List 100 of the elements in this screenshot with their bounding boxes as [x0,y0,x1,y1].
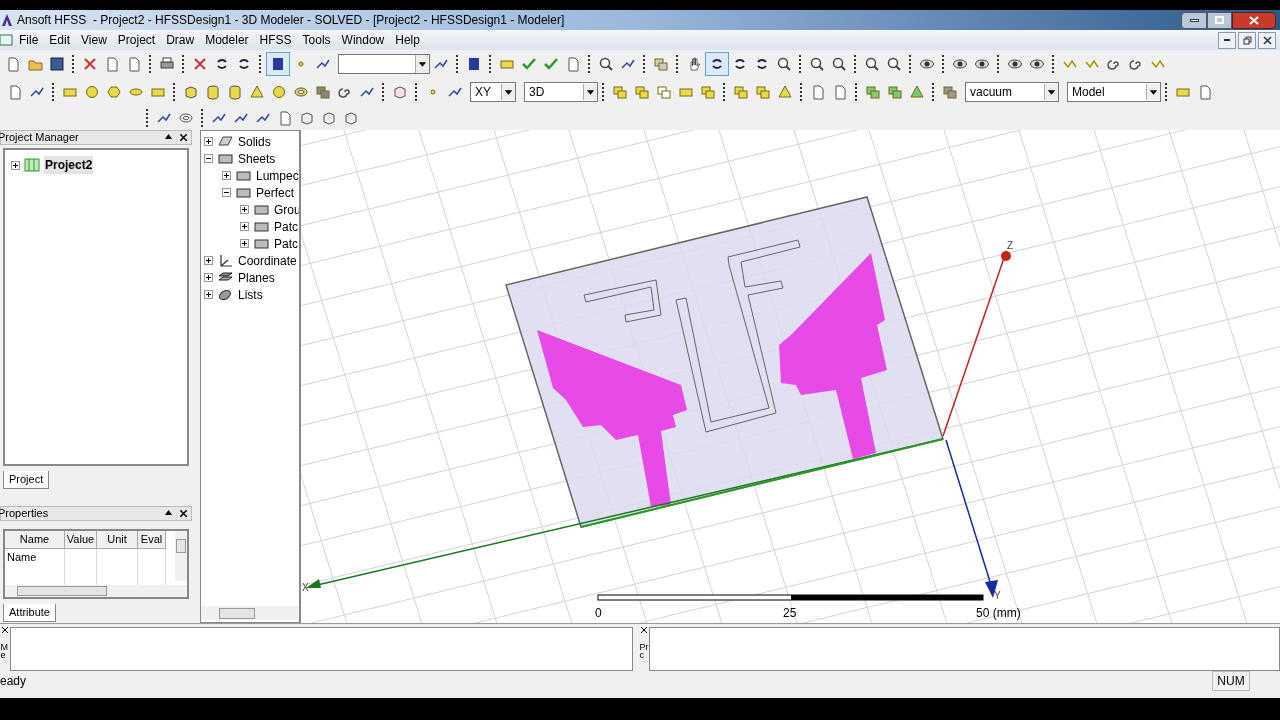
document-icon[interactable] [0,34,14,46]
show-eye-icon[interactable] [1029,56,1045,72]
close-icon[interactable] [2,627,8,633]
tree-item[interactable]: Perfect [256,183,294,202]
restore-button[interactable] [1238,31,1256,49]
zoom-icon[interactable] [776,56,792,72]
app-logo-icon [1,13,13,27]
report-icon[interactable] [565,56,581,72]
circle-icon[interactable] [84,84,100,100]
cylinder-icon[interactable] [227,84,243,100]
tree-item[interactable]: Patc [274,217,298,236]
expand-icon[interactable] [204,273,213,282]
sphere-icon[interactable] [271,84,287,100]
tree-item[interactable]: Project2 [44,156,94,174]
close-icon[interactable] [180,134,187,141]
validate-icon[interactable] [521,56,537,72]
scrollbar[interactable] [201,606,299,620]
minimize-button[interactable] [1218,31,1236,49]
tree-item[interactable]: Patc [274,234,298,253]
tree-item[interactable]: Lumpec [256,166,299,185]
zoom-icon[interactable] [598,56,614,72]
hide-eye-icon[interactable] [974,56,990,72]
tree-item[interactable]: Planes [238,268,275,287]
close-icon [1249,15,1259,25]
maximize-button[interactable] [1207,11,1232,29]
view-dropdown[interactable]: 3D [524,82,598,102]
close-icon[interactable] [641,627,647,633]
show-eye-icon[interactable] [1007,56,1023,72]
collapse-icon[interactable] [204,154,213,163]
column-header[interactable]: Name [5,531,65,549]
cylinder-icon[interactable] [205,84,221,100]
hexagon-icon[interactable] [106,84,122,100]
tree-item[interactable]: Coordinate [238,251,297,270]
copy-icon[interactable] [104,56,120,72]
hide-eye-icon[interactable] [952,56,968,72]
tree-item[interactable]: Sheets [238,149,276,168]
menu-item[interactable]: File [14,31,44,49]
material-dropdown[interactable]: vacuum [965,82,1059,102]
mode-dropdown[interactable]: Model [1067,82,1161,102]
menu-item[interactable]: Tools [297,31,336,49]
panel-tab[interactable]: Attribute [3,604,56,622]
zoom-out-icon[interactable] [831,56,847,72]
design-dropdown[interactable] [338,54,430,74]
menu-item[interactable]: HFSS [254,31,297,49]
column-header[interactable]: Unit [97,531,138,549]
restore-icon [1242,35,1252,45]
collapse-icon[interactable] [222,188,231,197]
torus-icon[interactable] [293,84,309,100]
pin-icon[interactable] [165,510,172,515]
expand-icon[interactable] [204,137,213,146]
rotate-icon[interactable] [709,56,725,72]
menu-item[interactable]: Project [112,31,161,49]
cone-icon[interactable] [249,84,265,100]
fit-selected-icon[interactable] [886,56,902,72]
expand-icon[interactable] [204,256,213,265]
table-cell: Name [5,549,65,567]
tree-item[interactable]: Lists [238,285,263,304]
expand-icon[interactable] [240,222,249,231]
rotate-icon[interactable] [732,56,748,72]
menu-item[interactable]: Draw [161,31,200,49]
expand-icon[interactable] [11,160,20,170]
analyze-icon[interactable] [543,56,559,72]
expand-icon[interactable] [240,239,249,248]
close-button[interactable] [1258,31,1276,49]
fit-all-icon[interactable] [864,56,880,72]
project-icon [24,158,40,172]
redo-icon[interactable] [236,56,252,72]
scrollbar[interactable] [5,585,187,597]
column-header[interactable]: Value [65,531,97,549]
new-file-icon[interactable] [5,56,21,72]
close-button[interactable] [1232,11,1276,29]
scrollbar[interactable] [175,531,187,581]
cut-icon[interactable] [82,56,98,72]
axis-label: X [302,581,309,595]
menu-item[interactable]: Help [390,31,425,49]
expand-icon[interactable] [204,290,213,299]
undo-icon[interactable] [214,56,230,72]
eye-icon[interactable] [919,56,935,72]
zoom-in-icon[interactable] [809,56,825,72]
delete-icon[interactable] [192,56,208,72]
pin-icon[interactable] [165,134,172,139]
minimize-icon [1189,18,1199,22]
panel-side-label: Prc [639,643,649,659]
tree-item[interactable]: Solids [238,132,271,151]
plane-dropdown[interactable]: XY [470,82,516,102]
expand-icon[interactable] [240,205,249,214]
expand-icon[interactable] [222,171,231,180]
rotate-icon[interactable] [754,56,770,72]
menu-item[interactable]: Modeler [200,31,254,49]
column-header[interactable]: Eval [138,531,166,549]
paste-icon[interactable] [126,56,142,72]
menu-item[interactable]: View [76,31,112,49]
minimize-icon [1224,39,1230,41]
menu-item[interactable]: Edit [44,31,76,49]
minimize-button[interactable] [1181,11,1207,29]
close-icon[interactable] [180,510,187,517]
menu-item[interactable]: Window [336,31,390,49]
panel-tab[interactable]: Project [3,471,50,489]
print-icon[interactable] [159,56,175,72]
save-icon[interactable] [49,56,65,72]
